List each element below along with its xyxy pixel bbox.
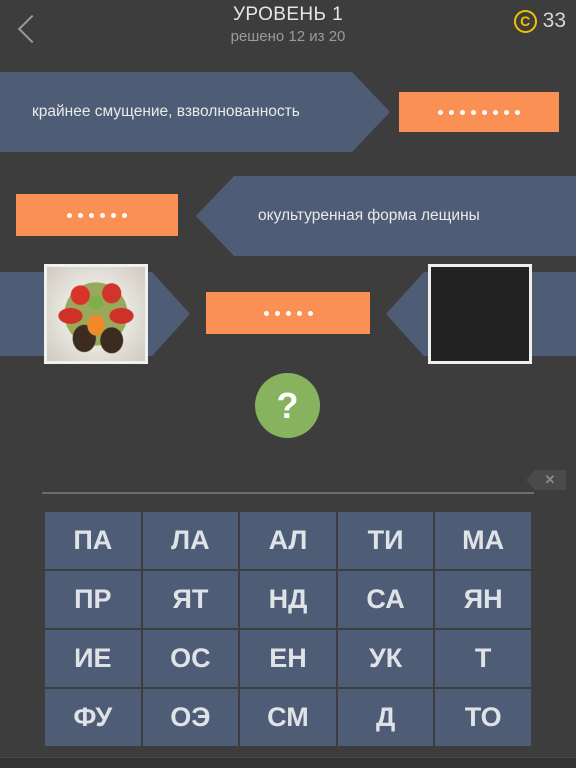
clue-row-3: [0, 264, 576, 364]
clue-image-left[interactable]: [44, 264, 148, 364]
tile-row: ИЕ ОС ЕН УК Т: [44, 629, 532, 688]
clue-row-1: крайнее смущение, взволнованность: [0, 72, 576, 152]
clue-banner-text-1[interactable]: крайнее смущение, взволнованность: [0, 72, 390, 152]
tile-row: ПР ЯТ НД СА ЯН: [44, 570, 532, 629]
question-mark-icon: ?: [276, 384, 299, 426]
backspace-icon: ✕: [544, 472, 556, 487]
tile-row: ПА ЛА АЛ ТИ МА: [44, 511, 532, 570]
tile[interactable]: МА: [434, 511, 532, 570]
coin-count: 33: [542, 9, 566, 32]
tile[interactable]: Т: [434, 629, 532, 688]
vegetables-photo: [431, 267, 529, 361]
clue-text-1: крайнее смущение, взволнованность: [32, 103, 300, 120]
clue-row-2: окультуренная форма лещины: [0, 176, 576, 256]
tile[interactable]: ЯН: [434, 570, 532, 629]
clue-text-2: окультуренная форма лещины: [258, 207, 480, 224]
answer-dots-3: [263, 310, 313, 316]
tile[interactable]: ТО: [434, 688, 532, 747]
answer-slot-2[interactable]: [16, 194, 178, 236]
header-title-group: УРОВЕНЬ 1 решено 12 из 20: [138, 3, 438, 47]
tile[interactable]: НД: [239, 570, 337, 629]
progress-text: решено 12 из 20: [230, 28, 346, 45]
hint-button[interactable]: ?: [255, 373, 320, 438]
tile[interactable]: ПА: [44, 511, 142, 570]
tile[interactable]: ТИ: [336, 511, 435, 570]
game-screen: УРОВЕНЬ 1 решено 12 из 20 C 33 крайнее с…: [0, 0, 576, 768]
header-bar: УРОВЕНЬ 1 решено 12 из 20 C 33: [0, 0, 576, 58]
tile[interactable]: СМ: [239, 688, 337, 747]
syllable-grid: ПА ЛА АЛ ТИ МА ПР ЯТ НД СА ЯН ИЕ ОС ЕН У…: [44, 511, 532, 747]
page-title: УРОВЕНЬ 1: [232, 4, 344, 25]
answer-slot-1[interactable]: [399, 92, 559, 132]
chevron-left-icon: [17, 14, 47, 44]
tile[interactable]: ЯТ: [141, 570, 240, 629]
tile[interactable]: Д: [336, 688, 435, 747]
backspace-button[interactable]: ✕: [526, 470, 566, 490]
answer-dots-1: [438, 109, 520, 115]
tile[interactable]: ЛА: [141, 511, 240, 570]
clue-image-right[interactable]: [428, 264, 532, 364]
grid-divider: [42, 492, 534, 494]
clue-banner-text-2[interactable]: окультуренная форма лещины: [196, 176, 576, 256]
tile-row: ФУ ОЭ СМ Д ТО: [44, 688, 532, 747]
tile[interactable]: ПР: [44, 570, 142, 629]
coin-icon: C: [513, 9, 537, 33]
answer-dots-2: [67, 212, 127, 218]
tile[interactable]: АЛ: [239, 511, 337, 570]
clue-area: крайнее смущение, взволнованность окульт…: [0, 58, 576, 368]
tile[interactable]: ОЭ: [141, 688, 240, 747]
tile[interactable]: ФУ: [44, 688, 142, 747]
tile[interactable]: ЕН: [239, 629, 337, 688]
salad-photo: [47, 267, 145, 361]
tile[interactable]: СА: [336, 570, 435, 629]
coin-counter[interactable]: C 33: [513, 9, 566, 33]
answer-slot-3[interactable]: [206, 292, 370, 334]
bottom-bar: [0, 757, 576, 768]
tile[interactable]: ИЕ: [44, 629, 142, 688]
tile[interactable]: УК: [336, 629, 435, 688]
back-button[interactable]: [8, 6, 56, 52]
tile[interactable]: ОС: [141, 629, 240, 688]
